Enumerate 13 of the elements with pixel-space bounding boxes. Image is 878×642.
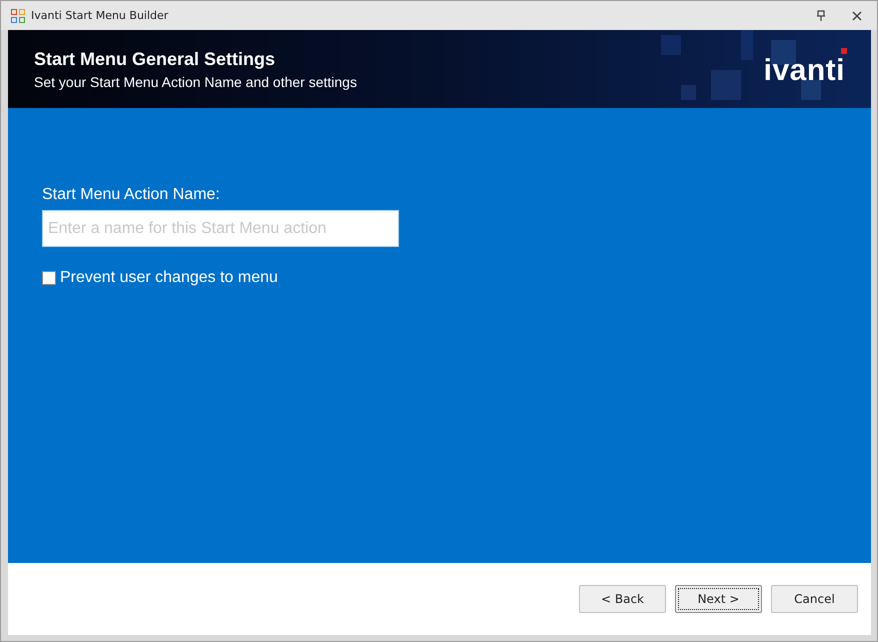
logo: ivanti	[764, 50, 845, 88]
page-title: Start Menu General Settings	[34, 48, 276, 70]
checkbox[interactable]	[42, 271, 56, 285]
app-icon	[11, 8, 25, 22]
pin-icon[interactable]	[815, 10, 827, 22]
window-title: Ivanti Start Menu Builder	[31, 9, 168, 22]
footer-button[interactable]: < Back	[579, 585, 666, 613]
checkbox-label: Prevent user changes to menu	[60, 269, 278, 287]
page-subtitle: Set your Start Menu Action Name and other settings	[34, 74, 358, 90]
field-label: Start Menu Action Name:	[42, 186, 220, 204]
footer-button[interactable]: Next >	[675, 585, 762, 613]
close-icon[interactable]	[851, 10, 863, 22]
footer-button[interactable]: Cancel	[771, 585, 858, 613]
